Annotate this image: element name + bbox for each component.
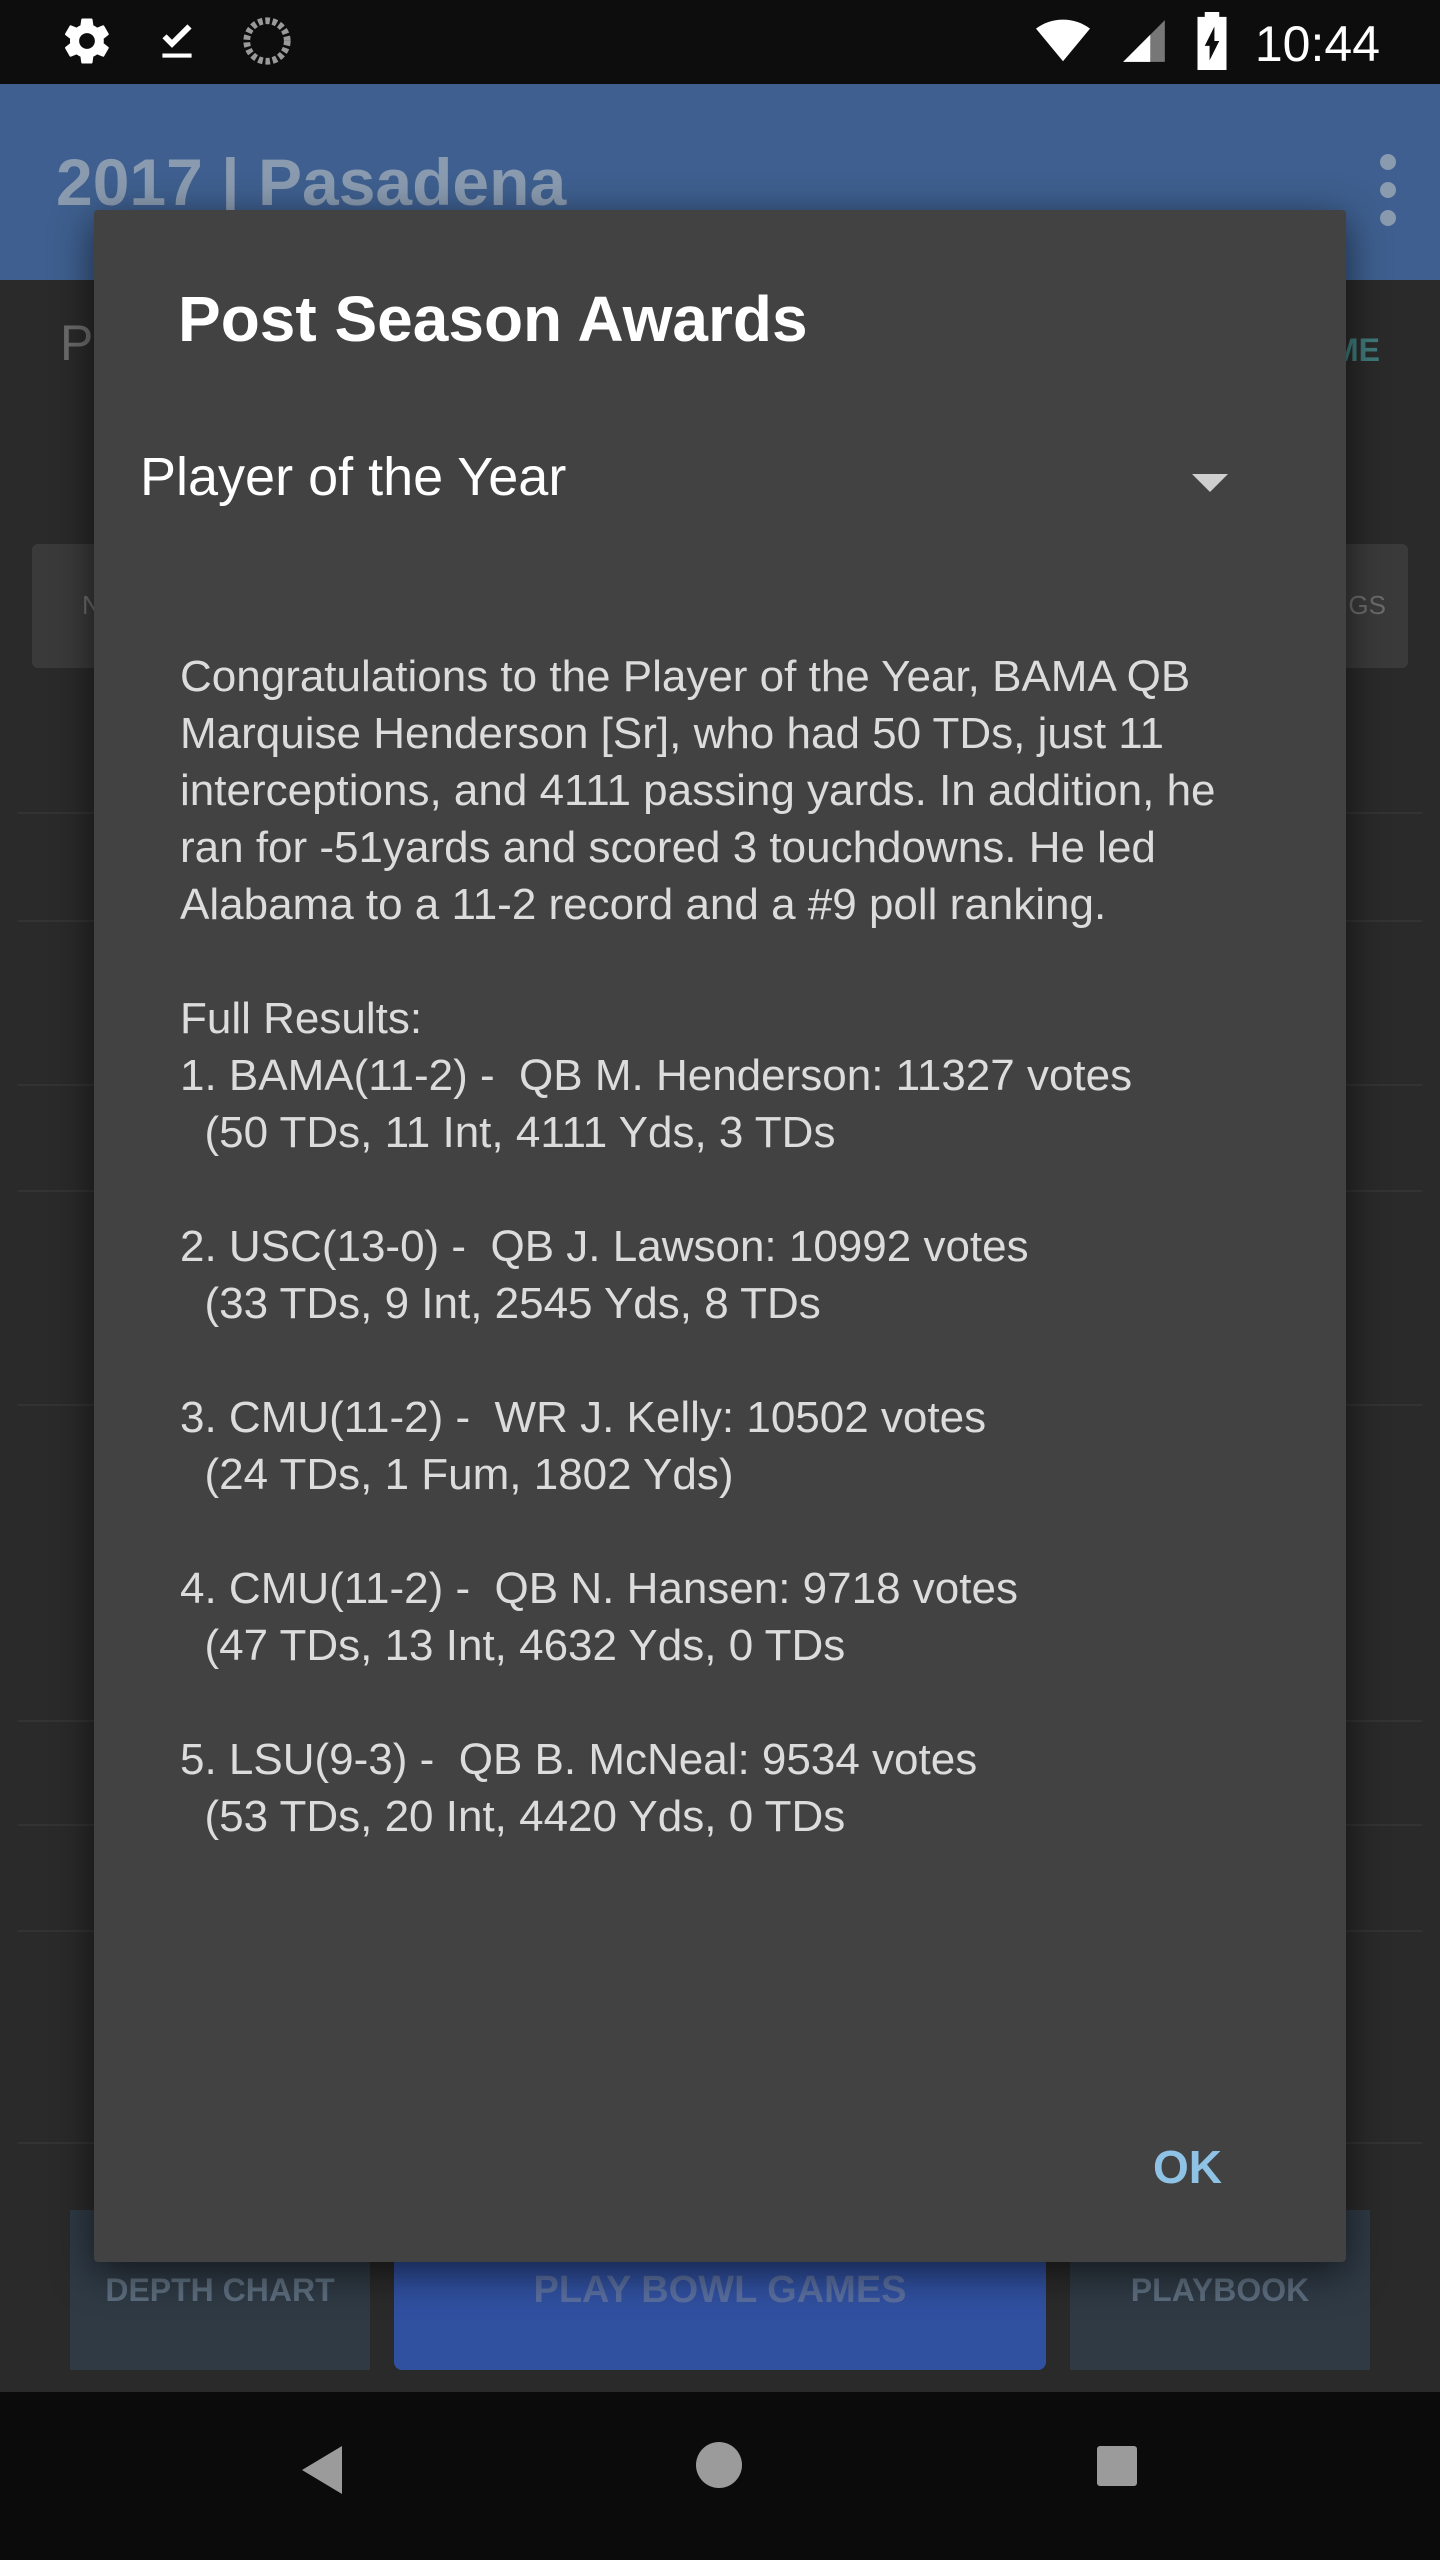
subtab-left-label: P (60, 315, 94, 371)
app-title: 2017 | Pasadena (56, 145, 567, 219)
status-right-icons: 10:44 (1033, 12, 1380, 75)
dropdown-arrow-icon (1192, 474, 1228, 492)
award-spinner[interactable]: Player of the Year (140, 426, 1300, 546)
overflow-menu-icon[interactable] (1380, 154, 1400, 238)
pill-right-label: GS (1348, 590, 1386, 620)
award-message: Congratulations to the Player of the Yea… (180, 652, 1216, 1841)
back-icon[interactable] (300, 2444, 344, 2501)
wifi-icon (1033, 14, 1093, 73)
recents-icon[interactable] (1097, 2446, 1137, 2486)
download-done-icon (152, 14, 202, 73)
ok-button[interactable]: OK (1149, 2130, 1226, 2204)
award-spinner-value: Player of the Year (140, 447, 567, 507)
post-season-awards-dialog: Post Season Awards Player of the Year Co… (94, 210, 1346, 2262)
cell-signal-icon (1119, 14, 1169, 73)
navigation-bar (0, 2392, 1440, 2560)
settings-icon (60, 14, 114, 73)
status-bar: 10:44 (0, 0, 1440, 84)
battery-charging-icon (1195, 12, 1229, 75)
loading-icon (240, 14, 294, 73)
status-left-icons (60, 14, 294, 73)
home-icon[interactable] (696, 2442, 742, 2488)
dialog-title: Post Season Awards (178, 283, 808, 355)
status-time: 10:44 (1254, 15, 1380, 72)
